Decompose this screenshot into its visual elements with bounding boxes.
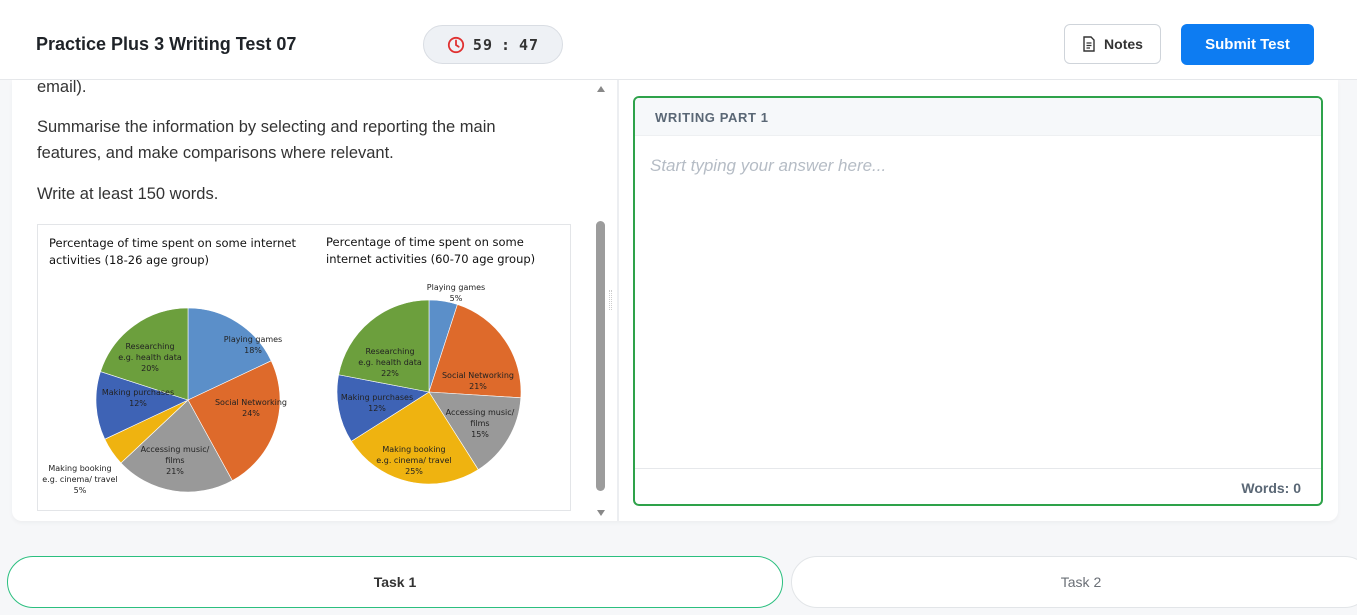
timer-minutes: 59 xyxy=(472,35,493,54)
top-bar: Practice Plus 3 Writing Test 07 59 : 47 … xyxy=(0,0,1357,80)
pie-charts: Playing games 18%Social Networking 24%Acce… xyxy=(42,283,522,495)
tab-task-1[interactable]: Task 1 xyxy=(7,556,783,608)
resize-handle[interactable] xyxy=(609,290,612,310)
notes-label: Notes xyxy=(1104,36,1143,52)
pane-divider[interactable] xyxy=(617,80,619,521)
tab-task-2[interactable]: Task 2 xyxy=(791,556,1357,608)
slice-label-0-3: Making booking e.g. cinema/ travel 5% xyxy=(42,464,117,495)
writing-panel: WRITING PART 1 Words: 0 xyxy=(633,96,1323,506)
scroll-thumb[interactable] xyxy=(596,221,605,491)
notes-button[interactable]: Notes xyxy=(1064,24,1161,64)
writing-header: WRITING PART 1 xyxy=(635,98,1321,136)
writing-footer: Words: 0 xyxy=(635,468,1321,504)
scroll-down-arrow-icon[interactable] xyxy=(597,510,605,516)
document-icon xyxy=(1083,36,1095,52)
answer-textarea[interactable] xyxy=(635,136,1321,468)
prompt-instruction: Summarise the information by selecting a… xyxy=(37,118,496,162)
scroll-up-arrow-icon[interactable] xyxy=(597,86,605,92)
submit-test-button[interactable]: Submit Test xyxy=(1181,24,1314,65)
prompt-text-cut: email). xyxy=(37,80,87,96)
timer-seconds: 47 xyxy=(519,35,540,54)
word-count: Words: 0 xyxy=(1241,480,1301,496)
question-pane[interactable]: email). Summarise the information by sel… xyxy=(12,80,610,521)
countdown-timer: 59 : 47 xyxy=(423,25,563,64)
chart-image: Percentage of time spent on some interne… xyxy=(37,224,571,511)
clock-icon xyxy=(447,36,465,53)
prompt-word-requirement: Write at least 150 words. xyxy=(37,185,219,203)
page-title: Practice Plus 3 Writing Test 07 xyxy=(36,34,297,54)
writing-part-label: WRITING PART 1 xyxy=(655,110,769,125)
question-scrollbar[interactable] xyxy=(594,80,608,521)
timer-separator: : xyxy=(500,35,512,54)
